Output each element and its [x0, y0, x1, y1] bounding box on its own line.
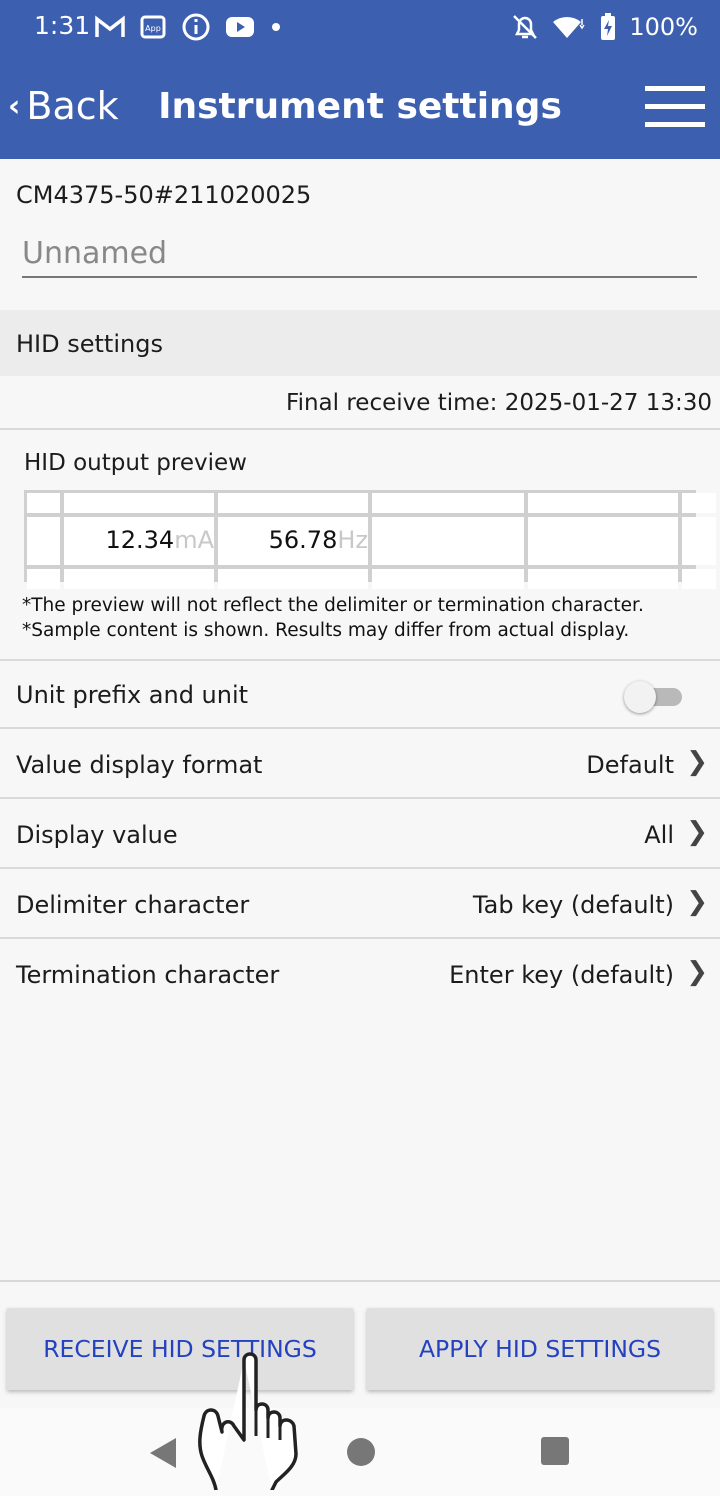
preview-cell [27, 493, 60, 513]
nav-back-icon[interactable] [150, 1438, 176, 1468]
preview-cell [372, 517, 524, 565]
status-time: 1:31 [34, 11, 91, 40]
apply-hid-settings-button[interactable]: APPLY HID SETTINGS [367, 1308, 713, 1390]
chevron-right-icon: ❯ [686, 747, 708, 777]
preview-cell [528, 493, 678, 513]
final-receive-time: Final receive time: 2025-01-27 13:30 [286, 390, 712, 416]
value-display-format-row[interactable]: Value display format Default ❯ [0, 729, 720, 797]
display-value-row[interactable]: Display value All ❯ [0, 799, 720, 867]
tap-hand-icon [198, 1352, 298, 1490]
row-label: Display value [16, 821, 178, 849]
preview-cell [27, 569, 60, 589]
preview-cell [682, 517, 716, 565]
page-title: Instrument settings [158, 86, 562, 127]
row-value: Default [586, 751, 674, 779]
battery-charging-icon [601, 13, 616, 40]
preview-note: *Sample content is shown. Results may di… [22, 620, 630, 641]
app-icon: App [140, 15, 166, 39]
value-unit: mA [174, 526, 214, 554]
chevron-right-icon: ❯ [686, 887, 708, 917]
preview-value: 12.34mA [105, 526, 214, 554]
wifi-icon [553, 16, 585, 38]
hid-settings-header: HID settings [0, 310, 720, 376]
battery-percent: 100% [629, 13, 698, 41]
info-icon [182, 13, 210, 41]
row-label: Termination character [16, 961, 280, 989]
row-value: Enter key (default) [449, 961, 674, 989]
youtube-icon [226, 17, 254, 37]
nav-home-icon[interactable] [347, 1438, 375, 1466]
action-bar: RECEIVE HID SETTINGS APPLY HID SETTINGS [0, 1280, 720, 1410]
preview-value: 56.78Hz [269, 526, 368, 554]
preview-cell [372, 569, 524, 589]
nav-recents-icon[interactable] [541, 1437, 569, 1465]
unit-prefix-label: Unit prefix and unit [16, 681, 249, 709]
row-value: Tab key (default) [472, 891, 674, 919]
termination-character-row[interactable]: Termination character Enter key (default… [0, 939, 720, 1007]
preview-cell [64, 493, 214, 513]
preview-cell [372, 493, 524, 513]
preview-cell [682, 569, 716, 589]
divider [0, 428, 720, 430]
preview-cell [528, 517, 678, 565]
preview-cell [27, 517, 60, 565]
dot-icon [272, 23, 280, 31]
device-info: CM4375-50#211020025 [0, 159, 720, 310]
hamburger-menu-icon[interactable] [645, 86, 705, 128]
preview-cell [682, 493, 716, 513]
preview-cell [218, 569, 368, 589]
system-nav-bar [0, 1408, 720, 1496]
preview-value-cell: 56.78Hz [218, 517, 368, 565]
preview-note: *The preview will not reflect the delimi… [22, 595, 644, 616]
status-bar: 1:31 App 100% [0, 0, 720, 56]
preview-value-cell: 12.34mA [64, 517, 214, 565]
chevron-right-icon: ❯ [686, 957, 708, 987]
system-icons: 100% [511, 12, 698, 42]
section-title: HID settings [16, 330, 163, 358]
value-number: 12.34 [105, 526, 175, 554]
preview-table: 12.34mA 56.78Hz [24, 490, 716, 589]
delimiter-character-row[interactable]: Delimiter character Tab key (default) ❯ [0, 869, 720, 937]
chevron-right-icon: ❯ [686, 817, 708, 847]
svg-text:App: App [145, 24, 161, 33]
notification-icons: App [95, 12, 283, 42]
toggle-knob [624, 681, 656, 713]
preview-cell [218, 493, 368, 513]
unit-prefix-toggle[interactable] [624, 679, 684, 713]
device-name-input[interactable] [22, 230, 697, 278]
row-label: Value display format [16, 751, 263, 779]
row-value: All [644, 821, 674, 849]
device-id: CM4375-50#211020025 [16, 181, 312, 209]
gmail-icon [95, 15, 125, 37]
row-label: Delimiter character [16, 891, 250, 919]
value-unit: Hz [337, 526, 368, 554]
unit-prefix-row: Unit prefix and unit [0, 661, 720, 729]
value-number: 56.78 [268, 526, 338, 554]
preview-title: HID output preview [24, 450, 247, 476]
bell-off-icon [513, 15, 538, 39]
preview-cell [528, 569, 678, 589]
preview-cell [64, 569, 214, 589]
app-bar: ‹ Back Instrument settings [0, 56, 720, 159]
